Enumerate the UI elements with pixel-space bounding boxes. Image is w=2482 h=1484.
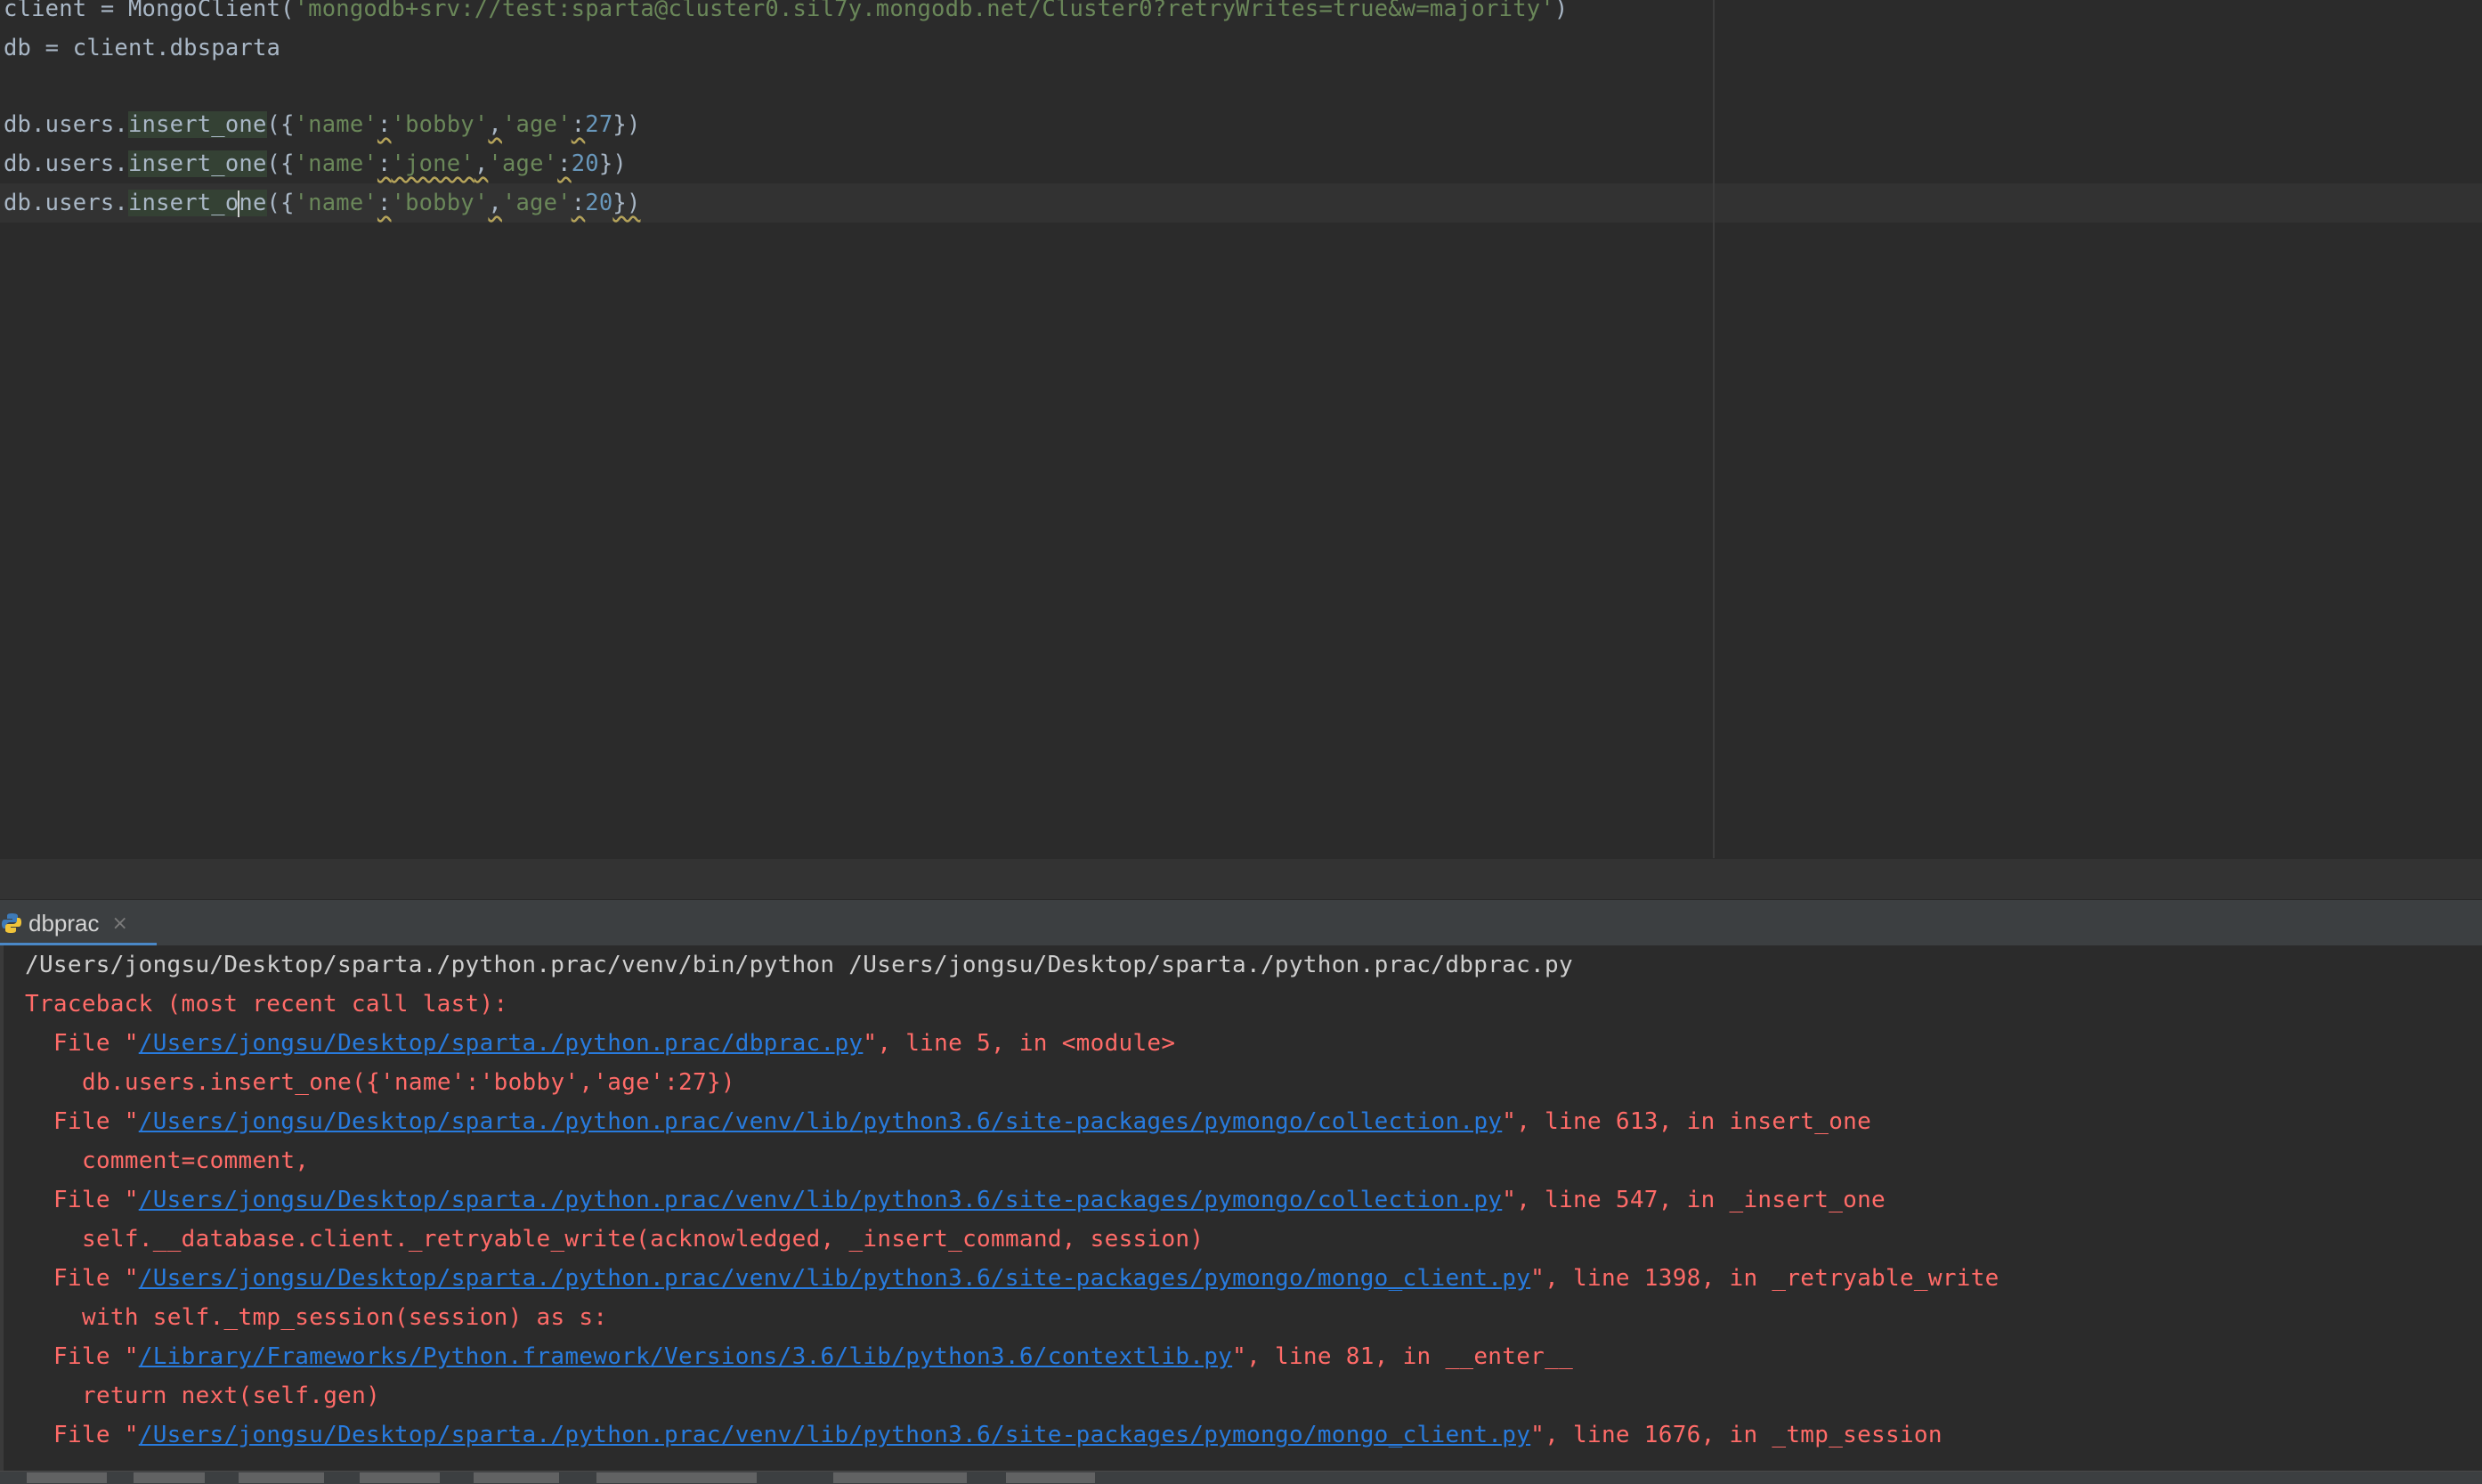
close-icon[interactable]: ×: [112, 912, 128, 935]
lint-warning: :: [571, 190, 586, 216]
file-link[interactable]: /Users/jongsu/Desktop/sparta./python.pra…: [139, 1108, 1503, 1135]
code-text: insert_o: [127, 190, 239, 216]
tool-strip-button[interactable]: [596, 1472, 757, 1483]
string-literal-typo: 'jone': [391, 150, 474, 177]
file-link[interactable]: /Users/jongsu/Desktop/sparta./python.pra…: [139, 1422, 1530, 1448]
tool-strip-button[interactable]: [360, 1472, 440, 1483]
lint-warning: :: [557, 150, 572, 177]
method-name-highlight: insert_one: [127, 150, 267, 177]
code-line-db[interactable]: db = client.dbsparta: [4, 28, 280, 68]
string-literal: 'name': [294, 150, 377, 177]
frame-prefix: File ": [53, 1422, 139, 1448]
method-name-highlight: insert_one: [127, 190, 267, 217]
traceback-code: self.__database.client._retryable_write(…: [82, 1226, 1204, 1253]
code-line-client[interactable]: client = MongoClient('mongodb+srv://test…: [4, 0, 1568, 28]
code-text: db.users.: [4, 150, 128, 177]
code-text: ({: [266, 190, 295, 216]
right-margin-guide: [1713, 0, 1715, 858]
traceback-code: comment=comment,: [82, 1147, 310, 1174]
code-text: }): [598, 150, 627, 177]
lint-warning: ,: [488, 111, 502, 138]
number-literal: 20: [585, 190, 613, 216]
run-tool-window-header: dbprac ×: [0, 899, 2482, 946]
lint-warning: ,: [488, 190, 502, 216]
frame-prefix: File ": [53, 1265, 139, 1292]
code-line-insert-1[interactable]: db.users.insert_one({'name':'bobby','age…: [4, 105, 641, 144]
frame-prefix: File ": [53, 1108, 139, 1135]
frame-location: ", line 613, in insert_one: [1502, 1108, 1872, 1135]
tool-strip-button[interactable]: [134, 1472, 205, 1483]
tool-strip-button[interactable]: [833, 1472, 967, 1483]
console-command-line: /Users/jongsu/Desktop/sparta./python.pra…: [25, 952, 1573, 978]
code-text: db.users.: [4, 190, 128, 216]
traceback-frame: File "/Users/jongsu/Desktop/sparta./pyth…: [53, 1259, 1999, 1298]
frame-location: ", line 81, in __enter__: [1232, 1343, 1574, 1370]
code-editor[interactable]: client = MongoClient('mongodb+srv://test…: [0, 0, 2482, 858]
lint-warning: :: [377, 150, 392, 177]
traceback-header: Traceback (most recent call last):: [25, 991, 508, 1018]
number-literal: 20: [571, 150, 599, 177]
frame-location: ", line 547, in _insert_one: [1502, 1187, 1886, 1213]
tool-strip-button[interactable]: [1006, 1472, 1095, 1483]
string-literal: 'age': [501, 111, 572, 138]
run-console-output[interactable]: /Users/jongsu/Desktop/sparta./python.pra…: [0, 945, 2482, 1471]
frame-location: ", line 5, in <module>: [863, 1030, 1176, 1057]
frame-location: ", line 1398, in _retryable_write: [1530, 1265, 1999, 1292]
frame-location: ", line 1676, in _tmp_session: [1530, 1422, 1943, 1448]
ide-window: client = MongoClient('mongodb+srv://test…: [0, 0, 2482, 1484]
traceback-code: with self._tmp_session(session) as s:: [82, 1304, 608, 1331]
file-link[interactable]: /Library/Frameworks/Python.framework/Ver…: [139, 1343, 1232, 1370]
traceback-frame: File "/Users/jongsu/Desktop/sparta./pyth…: [53, 1180, 1886, 1220]
file-link[interactable]: /Users/jongsu/Desktop/sparta./python.pra…: [139, 1187, 1503, 1213]
connection-string: 'mongodb+srv://test:sparta@cluster0.sil7…: [294, 0, 1554, 22]
string-literal: 'age': [501, 190, 572, 216]
code-text: }): [612, 111, 641, 138]
code-text: ({: [266, 150, 295, 177]
string-literal: 'bobby': [391, 190, 489, 216]
number-literal: 27: [585, 111, 613, 138]
lint-warning: :: [377, 111, 392, 138]
code-text: db.users.: [4, 111, 128, 138]
console-gutter: [0, 945, 4, 1471]
traceback-code: return next(self.gen): [82, 1383, 381, 1409]
file-link[interactable]: /Users/jongsu/Desktop/sparta./python.pra…: [139, 1265, 1530, 1292]
code-text: ({: [266, 111, 295, 138]
string-literal: 'name': [294, 111, 377, 138]
traceback-frame: File "/Users/jongsu/Desktop/sparta./pyth…: [53, 1415, 1943, 1455]
run-tab-dbprac[interactable]: dbprac ×: [0, 900, 157, 946]
lint-warning: ,: [474, 150, 489, 177]
code-text: ne: [239, 190, 267, 216]
file-link[interactable]: /Users/jongsu/Desktop/sparta./python.pra…: [139, 1030, 864, 1057]
code-text: client = MongoClient(: [4, 0, 295, 22]
string-literal: 'age': [488, 150, 558, 177]
tool-strip-button[interactable]: [27, 1472, 107, 1483]
traceback-frame: File "/Users/jongsu/Desktop/sparta./pyth…: [53, 1102, 1871, 1141]
run-tab-label: dbprac: [28, 909, 100, 937]
tool-strip-button[interactable]: [239, 1472, 324, 1483]
lint-warning: :: [377, 190, 392, 216]
string-literal: 'bobby': [391, 111, 489, 138]
traceback-code: db.users.insert_one({'name':'bobby','age…: [82, 1069, 735, 1096]
code-text: }): [612, 190, 641, 216]
tool-strip-button[interactable]: [474, 1472, 559, 1483]
code-line-insert-2[interactable]: db.users.insert_one({'name':'jone','age'…: [4, 144, 627, 183]
panel-splitter[interactable]: [0, 858, 2482, 900]
code-line-insert-3[interactable]: db.users.insert_one({'name':'bobby','age…: [4, 183, 641, 223]
lint-warning: :: [571, 111, 586, 138]
frame-prefix: File ": [53, 1187, 139, 1213]
method-name-highlight: insert_one: [127, 111, 267, 138]
python-icon: [2, 913, 21, 933]
traceback-frame: File "/Users/jongsu/Desktop/sparta./pyth…: [53, 1024, 1175, 1063]
frame-prefix: File ": [53, 1030, 139, 1057]
bottom-tool-strip: [0, 1471, 2482, 1484]
code-text: db = client.dbsparta: [4, 35, 281, 61]
code-text: ): [1553, 0, 1569, 22]
traceback-frame: File "/Library/Frameworks/Python.framewo…: [53, 1337, 1573, 1376]
frame-prefix: File ": [53, 1343, 139, 1370]
string-literal: 'name': [294, 190, 377, 216]
